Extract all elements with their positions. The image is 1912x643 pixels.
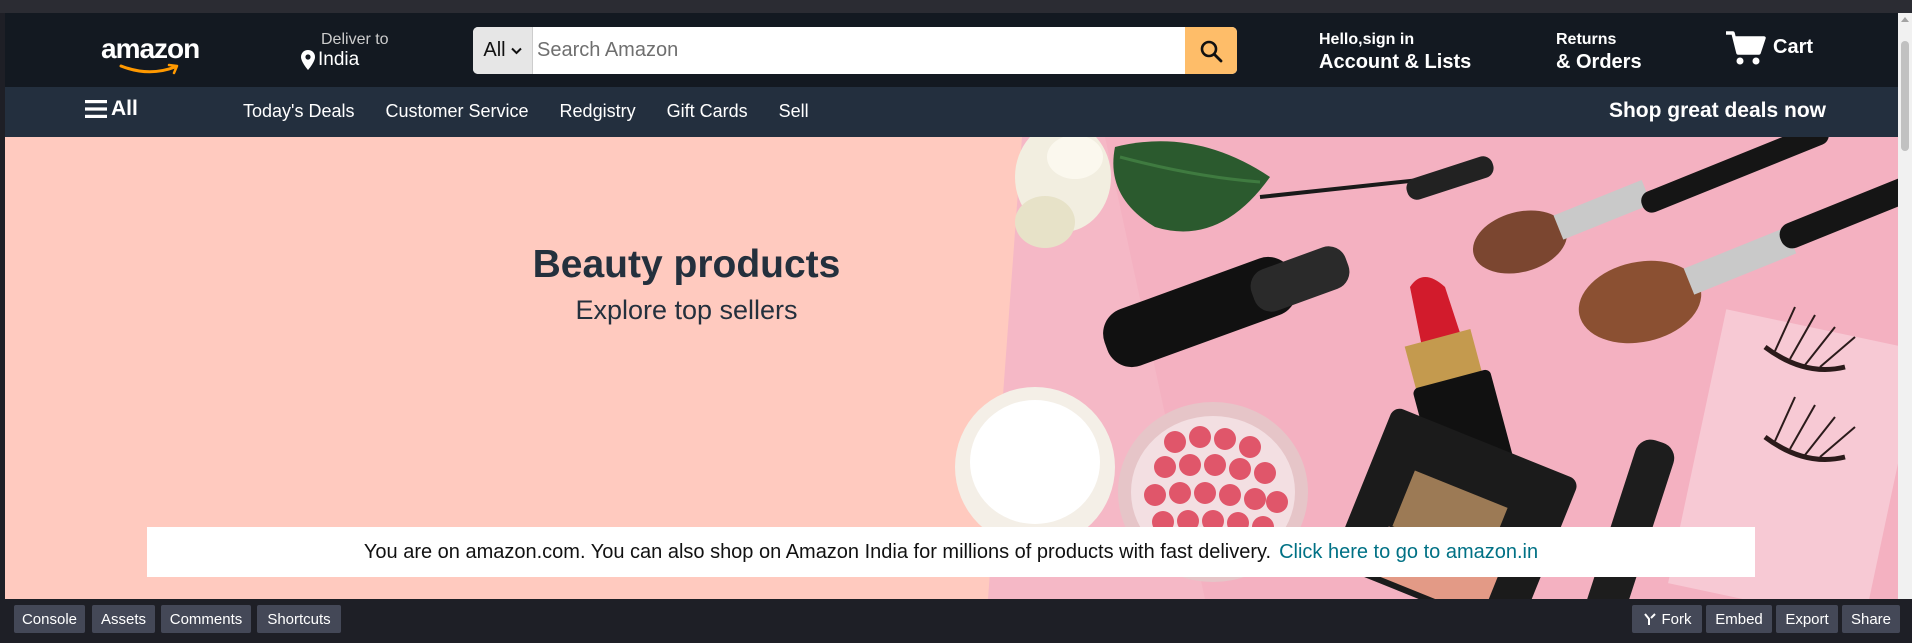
scroll-up-arrow-icon[interactable] <box>1901 17 1909 22</box>
hamburger-menu-icon <box>85 100 107 118</box>
search-input[interactable] <box>533 27 1185 74</box>
search-category-select[interactable]: All <box>473 27 533 74</box>
account-greeting: Hello,sign in <box>1319 31 1415 48</box>
location-pin-icon <box>301 50 315 70</box>
search-icon <box>1200 40 1223 62</box>
embed-button[interactable]: Embed <box>1706 605 1772 633</box>
share-button[interactable]: Share <box>1842 605 1900 633</box>
console-button[interactable]: Console <box>14 605 85 633</box>
fork-label: Fork <box>1661 610 1692 628</box>
notice-text: You are on amazon.com. You can also shop… <box>363 540 1272 563</box>
assets-button[interactable]: Assets <box>92 605 155 633</box>
cart-icon <box>1726 31 1766 65</box>
all-menu-button[interactable]: All <box>85 97 138 121</box>
nav-link-sell[interactable]: Sell <box>779 101 809 122</box>
fork-button[interactable]: Fork <box>1632 605 1702 633</box>
go-to-amazon-in-link[interactable]: Click here to go to amazon.in <box>1279 541 1538 564</box>
deliver-to[interactable]: Deliver to India <box>301 31 389 71</box>
nav-link-todays-deals[interactable]: Today's Deals <box>243 101 355 122</box>
comments-button[interactable]: Comments <box>161 605 251 633</box>
region-notice: You are on amazon.com. You can also shop… <box>147 527 1755 577</box>
deliver-to-location: India <box>318 49 360 70</box>
vertical-scrollbar[interactable] <box>1898 13 1912 599</box>
deliver-to-label: Deliver to <box>321 31 389 48</box>
amazon-logo[interactable]: amazon <box>101 33 211 75</box>
nav-link-registry[interactable]: Redgistry <box>560 101 636 122</box>
returns-orders[interactable]: Returns & Orders <box>1556 31 1642 74</box>
scrollbar-thumb[interactable] <box>1901 41 1909 151</box>
orders-label: & Orders <box>1556 51 1642 73</box>
promo-link[interactable]: Shop great deals now <box>1609 99 1826 123</box>
nav-link-customer-service[interactable]: Customer Service <box>386 101 529 122</box>
cart-button[interactable]: Cart <box>1725 29 1813 67</box>
logo-text: amazon <box>101 33 200 64</box>
search-category-label: All <box>483 39 506 61</box>
browser-top-strip <box>0 0 1912 13</box>
editor-bottom-bar: Console Assets Comments Shortcuts Fork E… <box>0 599 1912 643</box>
account-label: Account & Lists <box>1319 51 1472 73</box>
cart-label: Cart <box>1773 36 1814 58</box>
search-bar: All <box>473 27 1237 74</box>
shortcuts-button[interactable]: Shortcuts <box>257 605 341 633</box>
amazon-header: amazon Deliver to India All Search Amazo… <box>5 13 1898 87</box>
all-menu-label: All <box>111 97 138 120</box>
search-button[interactable] <box>1185 27 1237 74</box>
export-button[interactable]: Export <box>1776 605 1838 633</box>
account-lists[interactable]: Hello,sign in Account & Lists <box>1319 31 1471 74</box>
smile-arrow-icon <box>119 63 179 75</box>
chevron-down-icon <box>510 47 522 54</box>
nav-link-gift-cards[interactable]: Gift Cards <box>667 101 748 122</box>
fork-icon <box>1643 613 1656 625</box>
nav-links: Today's Deals Customer Service Redgistry… <box>243 101 809 122</box>
page-preview-frame: amazon Deliver to India All Search Amazo… <box>5 13 1898 599</box>
hero-title: Beauty products <box>532 243 841 286</box>
returns-label: Returns <box>1556 31 1617 48</box>
hero-subtitle: Explore top sellers <box>575 295 798 325</box>
sub-navigation: All Today's Deals Customer Service Redgi… <box>5 87 1898 137</box>
